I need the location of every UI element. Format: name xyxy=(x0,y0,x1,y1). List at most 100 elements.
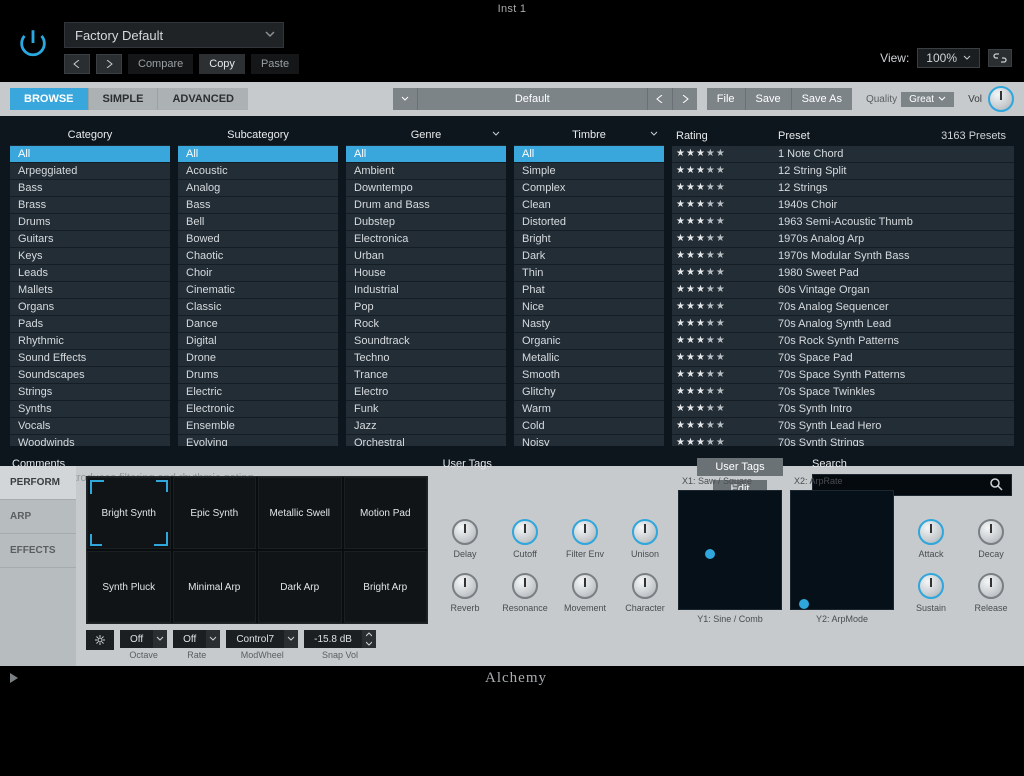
view-zoom-dropdown[interactable]: 100% xyxy=(917,48,980,68)
list-item[interactable]: Drums xyxy=(10,214,170,231)
release-knob[interactable] xyxy=(978,573,1004,599)
decay-knob[interactable] xyxy=(978,519,1004,545)
list-item[interactable]: Pop xyxy=(346,299,506,316)
rating-stars[interactable]: ★★★★★ xyxy=(672,369,772,380)
list-item[interactable]: Cold xyxy=(514,418,664,435)
list-item[interactable]: Nice xyxy=(514,299,664,316)
list-item[interactable]: Nasty xyxy=(514,316,664,333)
list-item[interactable]: Rock xyxy=(346,316,506,333)
list-item[interactable]: Techno xyxy=(346,350,506,367)
list-item[interactable]: Cinematic xyxy=(178,282,338,299)
rating-stars[interactable]: ★★★★★ xyxy=(672,386,772,397)
preset-row[interactable]: ★★★★★70s Space Twinkles xyxy=(672,384,1014,401)
list-item[interactable]: Bowed xyxy=(178,231,338,248)
preset-next-button[interactable] xyxy=(673,88,697,110)
rating-stars[interactable]: ★★★★★ xyxy=(672,284,772,295)
list-item[interactable]: Guitars xyxy=(10,231,170,248)
side-tab-arp[interactable]: ARP xyxy=(0,500,76,534)
list-item[interactable]: Electro xyxy=(346,384,506,401)
list-item[interactable]: Trance xyxy=(346,367,506,384)
rating-header[interactable]: Rating xyxy=(672,130,772,142)
preset-row[interactable]: ★★★★★1970s Modular Synth Bass xyxy=(672,248,1014,265)
list-item[interactable]: Bass xyxy=(178,197,338,214)
list-item[interactable]: Drone xyxy=(178,350,338,367)
list-item[interactable]: Leads xyxy=(10,265,170,282)
list-item[interactable]: All xyxy=(346,146,506,163)
gear-icon[interactable] xyxy=(86,630,114,650)
link-icon[interactable] xyxy=(988,49,1012,67)
list-item[interactable]: Funk xyxy=(346,401,506,418)
snapvol-stepper[interactable]: -15.8 dB xyxy=(304,630,376,648)
preset-row[interactable]: ★★★★★70s Space Pad xyxy=(672,350,1014,367)
list-item[interactable]: Dance xyxy=(178,316,338,333)
preset-row[interactable]: ★★★★★70s Space Synth Patterns xyxy=(672,367,1014,384)
list-item[interactable]: Classic xyxy=(178,299,338,316)
save-as-button[interactable]: Save As xyxy=(792,88,852,110)
list-item[interactable]: Industrial xyxy=(346,282,506,299)
list-item[interactable]: Ambient xyxy=(346,163,506,180)
list-item[interactable]: Bell xyxy=(178,214,338,231)
octave-dropdown[interactable]: Off xyxy=(120,630,167,648)
list-item[interactable]: Choir xyxy=(178,265,338,282)
list-item[interactable]: Metallic xyxy=(514,350,664,367)
tab-advanced[interactable]: ADVANCED xyxy=(158,88,248,110)
list-item[interactable]: Woodwinds xyxy=(10,435,170,446)
perform-pad[interactable]: Bright Arp xyxy=(344,551,428,623)
perform-pad[interactable]: Synth Pluck xyxy=(87,551,171,623)
reverb-knob[interactable] xyxy=(452,573,478,599)
list-item[interactable]: Evolving xyxy=(178,435,338,446)
list-item[interactable]: Phat xyxy=(514,282,664,299)
list-item[interactable]: All xyxy=(514,146,664,163)
list-item[interactable]: Pads xyxy=(10,316,170,333)
perform-pad[interactable]: Epic Synth xyxy=(173,477,257,549)
preset-row[interactable]: ★★★★★12 Strings xyxy=(672,180,1014,197)
preset-row[interactable]: ★★★★★70s Analog Sequencer xyxy=(672,299,1014,316)
list-item[interactable]: Simple xyxy=(514,163,664,180)
xy2-pad[interactable] xyxy=(790,490,894,610)
list-item[interactable]: Brass xyxy=(10,197,170,214)
list-item[interactable]: Warm xyxy=(514,401,664,418)
preset-row[interactable]: ★★★★★1970s Analog Arp xyxy=(672,231,1014,248)
perform-pad[interactable]: Minimal Arp xyxy=(173,551,257,623)
list-item[interactable]: Sound Effects xyxy=(10,350,170,367)
list-item[interactable]: Urban xyxy=(346,248,506,265)
unison-knob[interactable] xyxy=(632,519,658,545)
list-item[interactable]: Drums xyxy=(178,367,338,384)
rating-stars[interactable]: ★★★★★ xyxy=(672,403,772,414)
list-item[interactable]: Soundscapes xyxy=(10,367,170,384)
preset-menu-button[interactable] xyxy=(393,88,418,110)
modwheel-dropdown[interactable]: Control7 xyxy=(226,630,298,648)
rating-stars[interactable]: ★★★★★ xyxy=(672,233,772,244)
list-item[interactable]: Mallets xyxy=(10,282,170,299)
list-item[interactable]: Distorted xyxy=(514,214,664,231)
list-item[interactable]: Drum and Bass xyxy=(346,197,506,214)
preset-header[interactable]: Preset xyxy=(772,130,924,142)
rating-stars[interactable]: ★★★★★ xyxy=(672,250,772,261)
list-item[interactable]: Dubstep xyxy=(346,214,506,231)
list-item[interactable]: Arpeggiated xyxy=(10,163,170,180)
list-item[interactable]: Strings xyxy=(10,384,170,401)
list-item[interactable]: Ensemble xyxy=(178,418,338,435)
perform-pad[interactable]: Motion Pad xyxy=(344,477,428,549)
rating-stars[interactable]: ★★★★★ xyxy=(672,165,772,176)
rating-stars[interactable]: ★★★★★ xyxy=(672,318,772,329)
chevron-up-icon[interactable] xyxy=(362,630,376,639)
rating-stars[interactable]: ★★★★★ xyxy=(672,267,772,278)
preset-row[interactable]: ★★★★★1940s Choir xyxy=(672,197,1014,214)
side-tab-effects[interactable]: EFFECTS xyxy=(0,534,76,568)
rating-stars[interactable]: ★★★★★ xyxy=(672,182,772,193)
list-item[interactable]: Bright xyxy=(514,231,664,248)
preset-row[interactable]: ★★★★★70s Rock Synth Patterns xyxy=(672,333,1014,350)
tab-simple[interactable]: SIMPLE xyxy=(89,88,159,110)
list-item[interactable]: Vocals xyxy=(10,418,170,435)
perform-pad[interactable]: Dark Arp xyxy=(258,551,342,623)
list-item[interactable]: Dark xyxy=(514,248,664,265)
delay-knob[interactable] xyxy=(452,519,478,545)
prev-preset-button[interactable] xyxy=(64,54,90,74)
character-knob[interactable] xyxy=(632,573,658,599)
tab-browse[interactable]: BROWSE xyxy=(10,88,89,110)
filter-env-knob[interactable] xyxy=(572,519,598,545)
list-item[interactable]: Rhythmic xyxy=(10,333,170,350)
attack-knob[interactable] xyxy=(918,519,944,545)
movement-knob[interactable] xyxy=(572,573,598,599)
